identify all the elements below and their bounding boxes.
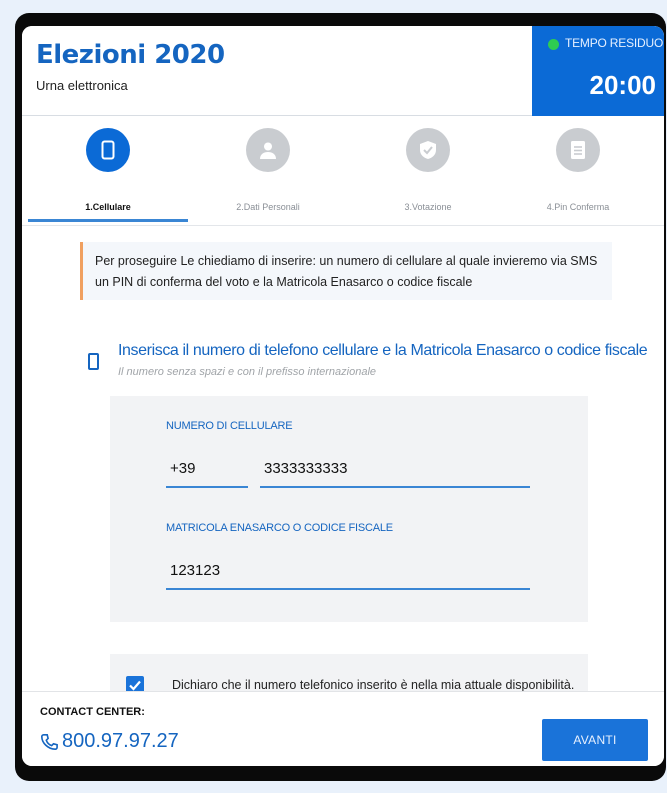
prefix-input[interactable]: +39 (166, 454, 248, 488)
phone-icon (86, 128, 130, 172)
footer: CONTACT CENTER: 800.97.97.27 AVANTI (22, 691, 664, 766)
step-label: 3.Votazione (404, 202, 452, 212)
next-button[interactable]: AVANTI (542, 719, 648, 761)
contact-phone-number: 800.97.97.27 (62, 730, 179, 752)
document-icon (556, 128, 600, 172)
app-subtitle: Urna elettronica (36, 78, 128, 93)
contact-phone[interactable]: 800.97.97.27 (40, 730, 179, 753)
app-header: Elezioni 2020 Urna elettronica TEMPO RES… (22, 26, 664, 116)
step-label: 1.Cellulare (85, 202, 131, 212)
stepper: 1.Cellulare 2.Dati Personali 3.Votazione… (22, 116, 664, 226)
timer-value: 20:00 (589, 70, 657, 100)
step-cellulare[interactable]: 1.Cellulare (28, 128, 188, 212)
section-title: Inserisca il numero di telefono cellular… (118, 342, 648, 359)
step-label: 4.Pin Conferma (546, 202, 610, 212)
person-icon (246, 128, 290, 172)
step-label: 2.Dati Personali (236, 202, 300, 212)
checkmark-icon (129, 680, 141, 691)
phone-input[interactable]: 3333333333 (260, 454, 530, 488)
app-screen: Elezioni 2020 Urna elettronica TEMPO RES… (22, 26, 664, 766)
status-dot-icon (548, 39, 559, 50)
matricola-field-label: MATRICOLA ENASARCO O CODICE FISCALE (166, 522, 393, 534)
phone-form-card: NUMERO DI CELLULARE +39 3333333333 MATRI… (110, 396, 588, 622)
section-hint: Il numero senza spazi e con il prefisso … (118, 366, 377, 378)
consent-text: Dichiaro che il numero telefonico inseri… (172, 678, 575, 692)
phone-handset-icon (40, 733, 58, 750)
step-votazione[interactable]: 3.Votazione (348, 128, 508, 212)
step-pin-conferma[interactable]: 4.Pin Conferma (498, 128, 658, 212)
active-step-indicator (28, 219, 188, 222)
timer-panel: TEMPO RESIDUO 20:00 (532, 26, 664, 116)
timer-label: TEMPO RESIDUO (565, 36, 664, 50)
info-notice: Per proseguire Le chiediamo di inserire:… (80, 242, 612, 300)
shield-check-icon (406, 128, 450, 172)
app-title: Elezioni 2020 (36, 40, 225, 70)
matricola-input[interactable]: 123123 (166, 556, 530, 590)
phone-field-label: NUMERO DI CELLULARE (166, 420, 293, 432)
step-dati-personali[interactable]: 2.Dati Personali (188, 128, 348, 212)
mobile-phone-icon (88, 353, 99, 370)
contact-center-label: CONTACT CENTER: (40, 706, 145, 718)
